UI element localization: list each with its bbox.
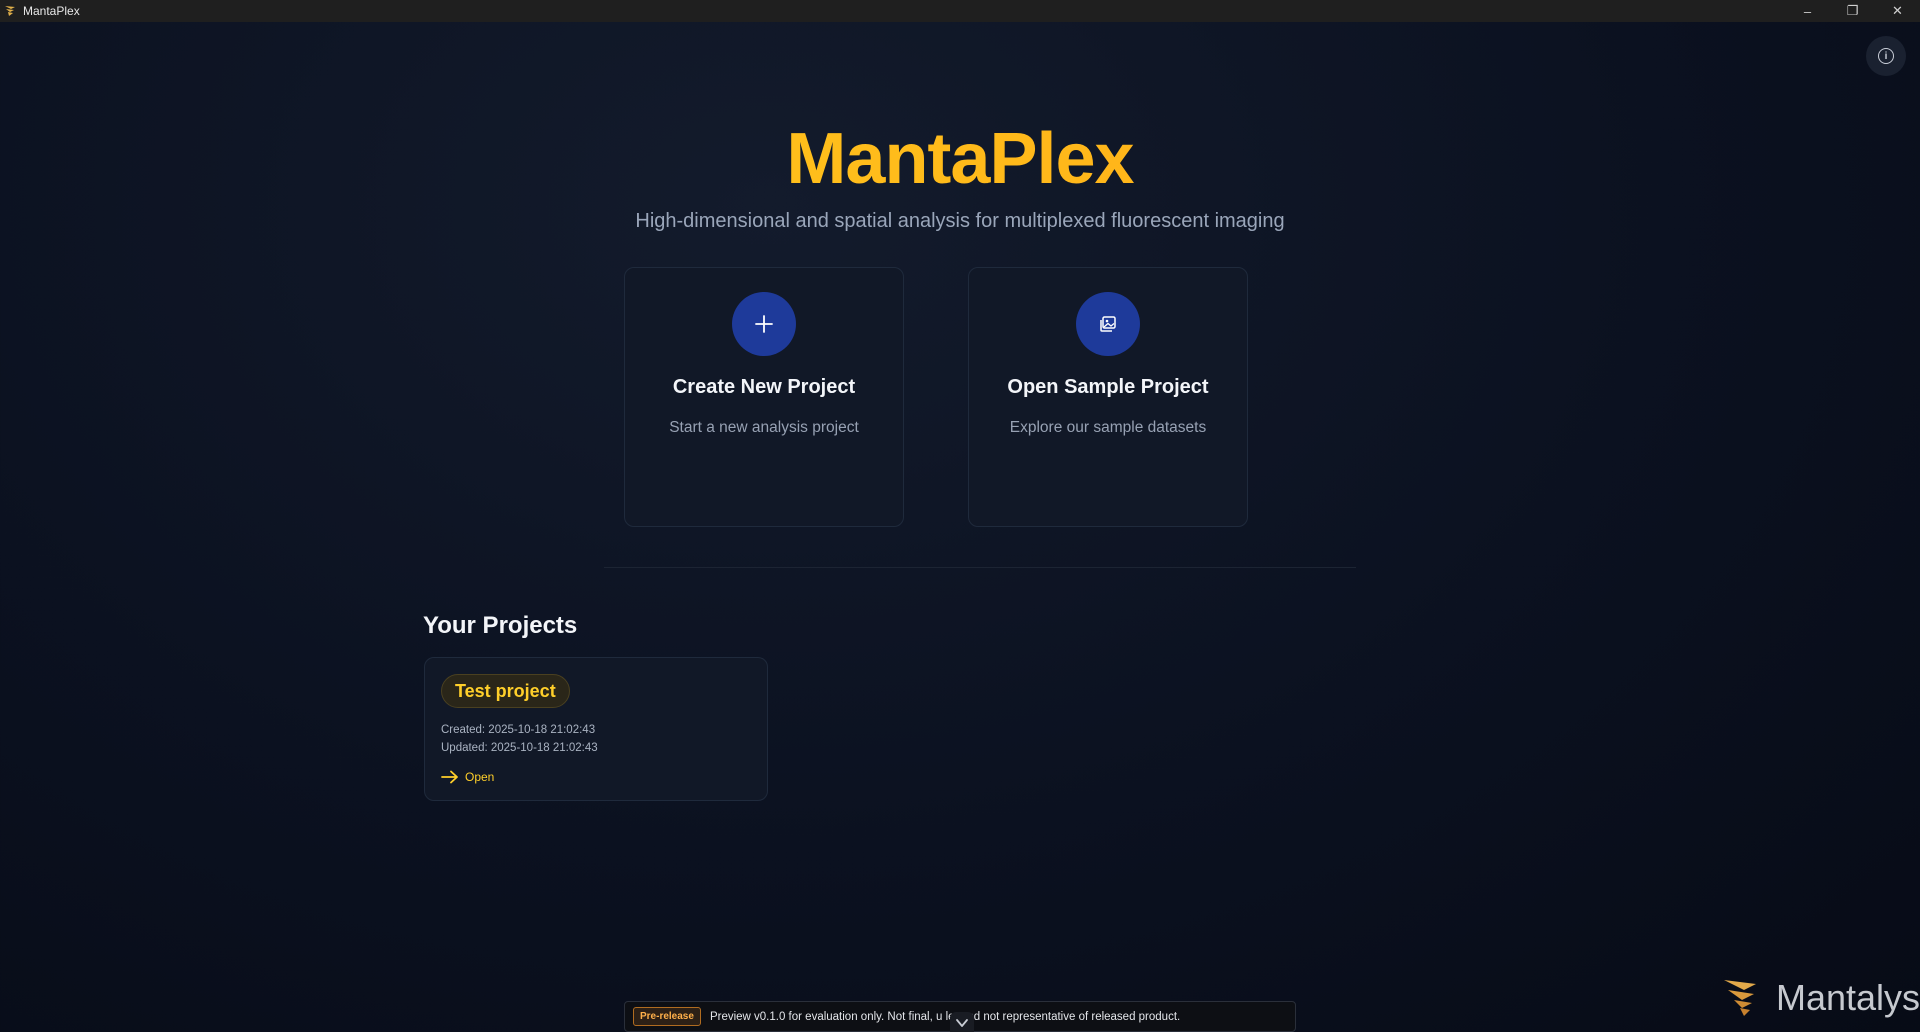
create-new-project-description: Start a new analysis project <box>669 419 859 436</box>
hero-title: MantaPlex <box>0 118 1920 200</box>
banner-collapse-toggle[interactable] <box>950 1012 974 1032</box>
prerelease-badge: Pre-release <box>633 1007 701 1026</box>
create-new-project-title: Create New Project <box>672 376 856 398</box>
open-sample-project-description: Explore our sample datasets <box>1009 419 1207 436</box>
prerelease-banner: Pre-release Preview v0.1.0 for evaluatio… <box>624 1001 1296 1032</box>
open-sample-project-title: Open Sample Project <box>1007 376 1209 398</box>
plus-icon <box>732 292 796 356</box>
info-button[interactable]: i <box>1866 36 1906 76</box>
window-title: MantaPlex <box>23 4 80 18</box>
create-new-project-card[interactable]: Create New Project Start a new analysis … <box>624 267 904 527</box>
window-titlebar: MantaPlex – ❐ ✕ <box>0 0 1920 22</box>
hero-subtitle: High-dimensional and spatial analysis fo… <box>635 210 1285 232</box>
project-created: Created: 2025-10-18 21:02:43 <box>441 724 596 736</box>
open-sample-project-card[interactable]: Open Sample Project Explore our sample d… <box>968 267 1248 527</box>
project-card[interactable]: Test project Created: 2025-10-18 21:02:4… <box>424 657 768 801</box>
info-icon: i <box>1878 48 1894 64</box>
arrow-right-icon <box>441 770 458 784</box>
app-logo-icon <box>5 6 15 16</box>
mantalys-logo-icon <box>1724 980 1756 1016</box>
prerelease-text: Preview v0.1.0 for evaluation only. Not … <box>709 1010 1181 1023</box>
project-updated: Updated: 2025-10-18 21:02:43 <box>441 742 598 754</box>
mantalys-brand: Mantalys <box>1722 976 1920 1020</box>
project-open-label: Open <box>465 770 495 784</box>
minimize-button[interactable]: – <box>1785 0 1830 22</box>
restore-button[interactable]: ❐ <box>1830 0 1875 22</box>
project-open-link[interactable]: Open <box>441 770 494 784</box>
window-controls: – ❐ ✕ <box>1785 0 1920 22</box>
brand-name: Mantalys <box>1776 977 1920 1018</box>
close-button[interactable]: ✕ <box>1875 0 1920 22</box>
projects-heading: Your Projects <box>423 612 578 639</box>
project-meta: Created: 2025-10-18 21:02:43 Updated: 20… <box>441 721 598 757</box>
image-gallery-icon <box>1076 292 1140 356</box>
chevron-down-icon <box>956 1019 968 1027</box>
section-divider <box>604 567 1356 568</box>
project-name-badge: Test project <box>441 674 570 708</box>
